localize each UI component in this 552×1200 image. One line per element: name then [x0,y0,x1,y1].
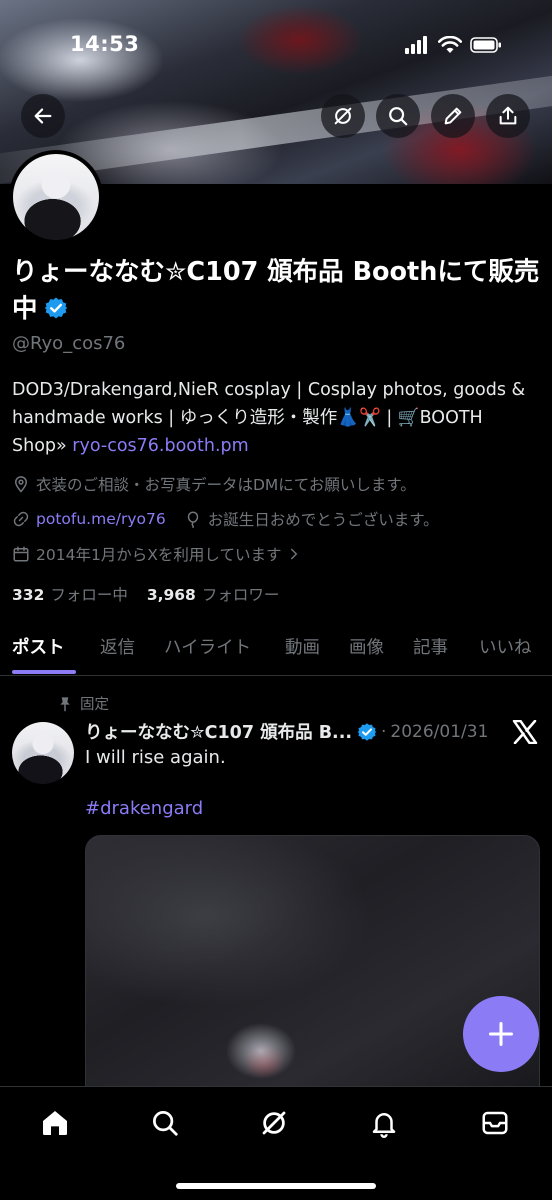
profile-name-text: りょーななむ✮C107 頒布品 Boothにて販売中 [12,257,540,324]
pin-icon [60,696,70,711]
nav-search[interactable] [145,1103,185,1143]
tab-likes[interactable]: いいね [479,634,532,659]
tab-images[interactable]: 画像 [349,634,384,659]
profile-joined[interactable]: 2014年1月からXを利用しています [12,543,301,565]
home-indicator [176,1183,376,1189]
tab-posts[interactable]: ポスト [12,634,65,659]
messages-icon [482,1111,508,1135]
profile-bio: DOD3/Drakengard,NieR cosplay | Cosplay p… [12,376,540,460]
followers-label: フォロワー [201,586,280,604]
notifications-icon [372,1113,396,1138]
profile-website-birthday-row: potofu.me/ryo76 お誕生日おめでとうございます。 [12,508,439,530]
follow-counts: 332 フォロー中 3,968 フォロワー [12,583,279,605]
grok-button[interactable] [321,94,365,138]
balloon-icon [187,511,198,528]
following-count: 332 [12,586,45,604]
pinned-indicator: 固定 [58,693,109,714]
post-header: りょーななむ✮C107 頒布品 B... · 2026/01/31 [85,719,505,744]
nav-home[interactable] [35,1103,75,1143]
joined-text: 2014年1月からXを利用しています [36,546,282,564]
calendar-icon [13,546,29,562]
link-icon [13,511,29,527]
tab-replies[interactable]: 返信 [100,634,135,659]
search-button[interactable] [376,94,420,138]
post-hashtag[interactable]: #drakengard [85,798,203,819]
tab-highlights[interactable]: ハイライト [164,634,251,659]
edit-button[interactable] [431,94,475,138]
location-pin-icon [14,476,28,493]
grok-icon [262,1111,286,1135]
birthday-text: お誕生日おめでとうございます。 [207,511,439,529]
following-link[interactable]: 332 フォロー中 [12,586,128,604]
post-date-separator: · [381,721,387,742]
following-label: フォロー中 [50,586,128,604]
post-author-avatar[interactable] [12,722,74,784]
share-button[interactable] [486,94,530,138]
pinned-label: 固定 [80,697,109,713]
bottom-navigation [0,1086,552,1200]
compose-post-button[interactable] [463,996,539,1072]
profile-name: りょーななむ✮C107 頒布品 Boothにて販売中 [12,254,542,328]
tab-articles[interactable]: 記事 [413,634,448,659]
active-tab-indicator [12,670,76,674]
search-icon [389,107,408,126]
back-button[interactable] [21,94,65,138]
profile-avatar[interactable] [9,150,103,244]
home-icon [43,1111,67,1135]
battery-icon [470,37,501,53]
followers-link[interactable]: 3,968 フォロワー [147,586,280,604]
status-bar: 14:53 [0,28,552,64]
wifi-icon [438,36,462,53]
post-date[interactable]: 2026/01/31 [390,722,488,742]
plus-icon [488,1021,514,1047]
profile-location: 衣装のご相談・お写真データはDMにてお願いします。 [12,473,416,495]
search-icon [153,1111,178,1136]
verified-badge-icon [357,722,377,741]
post-text: I will rise again. [85,747,226,768]
back-arrow-icon [34,108,52,124]
edit-icon [444,107,462,125]
x-logo-icon[interactable] [512,720,538,744]
status-icons [404,36,502,54]
profile-tabs: ポスト 返信 ハイライト 動画 画像 記事 いいね [0,620,552,676]
grok-icon [334,107,352,125]
website-link[interactable]: potofu.me/ryo76 [36,510,166,528]
nav-grok[interactable] [254,1103,294,1143]
cellular-signal-icon [405,36,427,54]
chevron-right-icon [291,548,298,560]
share-icon [499,106,517,125]
nav-notifications[interactable] [364,1103,404,1143]
nav-messages[interactable] [475,1103,515,1143]
location-text: 衣装のご相談・お写真データはDMにてお願いします。 [36,476,416,494]
followers-count: 3,968 [146,586,196,604]
verified-badge-icon[interactable] [44,296,68,320]
status-time: 14:53 [70,32,140,56]
bio-link[interactable]: ryo-cos76.booth.pm [72,436,248,456]
post-author-name[interactable]: りょーななむ✮C107 頒布品 B... [85,719,352,744]
tab-videos[interactable]: 動画 [285,634,320,659]
profile-handle: @Ryo_cos76 [12,333,126,354]
